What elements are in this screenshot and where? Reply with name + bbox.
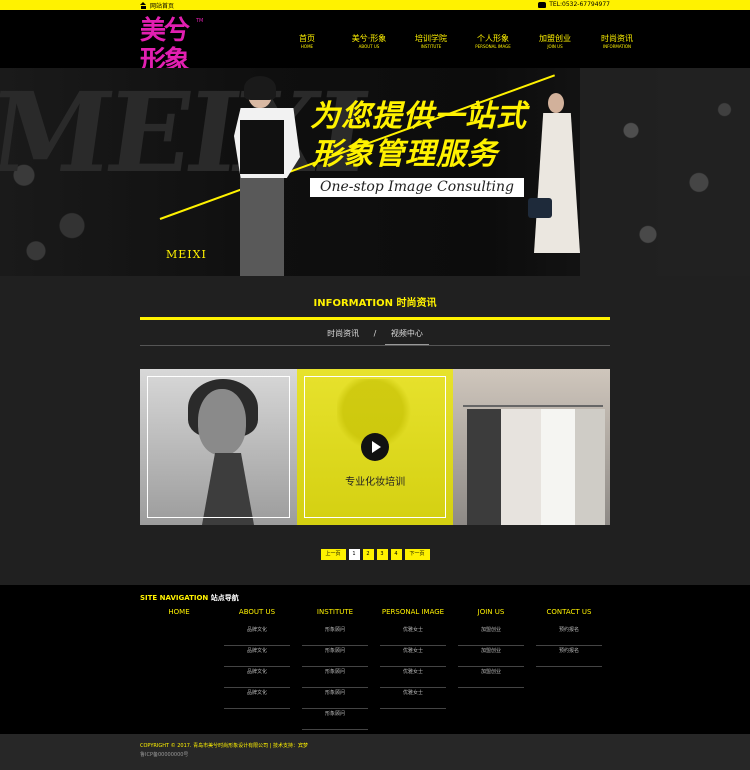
tabs-divider bbox=[140, 345, 610, 346]
logo-tm: TM bbox=[196, 18, 204, 24]
phone-number: TEL:0532-67794977 bbox=[549, 1, 610, 8]
home-icon bbox=[140, 2, 147, 9]
footer-col-head[interactable]: ABOUT US bbox=[218, 607, 296, 617]
banner-brand-text: MEIXI bbox=[166, 248, 207, 261]
footer-link[interactable]: 品牌文化 bbox=[224, 646, 290, 667]
footer-link[interactable]: 形象顾问 bbox=[302, 625, 368, 646]
info-tabs: 时尚资讯 / 视频中心 bbox=[140, 328, 610, 345]
main-nav: 首页 HOME 美兮·形象 ABOUT US 培训学院 INSTITUTE 个人形象 P… bbox=[276, 34, 648, 50]
footer-link[interactable]: 形象顾问 bbox=[302, 709, 368, 730]
top-bar: 网站首页 TEL:0532-67794977 bbox=[0, 0, 750, 10]
video-cards: 专业化妆培训 bbox=[140, 369, 611, 525]
footer-link[interactable]: 加盟创业 bbox=[458, 646, 524, 667]
footer-title: SITE NAVIGATION 站点导航 bbox=[140, 593, 239, 603]
footer-col-head[interactable]: PERSONAL IMAGE bbox=[374, 607, 452, 617]
information-section: INFORMATION 时尚资讯 时尚资讯 / 视频中心 专业化妆培训 上一页 … bbox=[0, 276, 750, 585]
footer-title-en: SITE NAVIGATION bbox=[140, 594, 209, 602]
page-button-4[interactable]: 4 bbox=[390, 549, 402, 560]
nav-label: 加盟创业 bbox=[539, 34, 571, 43]
home-link[interactable]: 网站首页 bbox=[140, 1, 174, 10]
section-title-rule bbox=[140, 317, 610, 320]
nav-sublabel: HOME bbox=[300, 44, 314, 49]
video-card[interactable] bbox=[140, 369, 297, 525]
footer-link[interactable]: 品牌文化 bbox=[224, 625, 290, 646]
footer-link[interactable]: 形象顾问 bbox=[302, 667, 368, 688]
footer-link[interactable]: 形象顾问 bbox=[302, 688, 368, 709]
logo-mark: 美兮形象 bbox=[140, 16, 190, 76]
nav-sublabel: ABOUT US bbox=[358, 44, 380, 49]
section-title: INFORMATION 时尚资讯 bbox=[313, 298, 437, 309]
nav-item-join[interactable]: 加盟创业 JOIN US bbox=[524, 34, 586, 50]
banner-floral-image bbox=[580, 68, 750, 276]
banner-model-left bbox=[222, 76, 308, 276]
footer-col-about: ABOUT US 品牌文化 品牌文化 品牌文化 品牌文化 bbox=[218, 607, 296, 730]
copyright-bar: COPYRIGHT © 2017. 青岛市美兮时尚形象设计有限公司 | 技术支持… bbox=[0, 734, 750, 770]
footer-link[interactable]: 优雅女士 bbox=[380, 646, 446, 667]
footer-link[interactable]: 预约报名 bbox=[536, 625, 602, 646]
nav-sublabel: INFORMATION bbox=[602, 44, 632, 49]
copyright-text: COPYRIGHT © 2017. 青岛市美兮时尚形象设计有限公司 | 技术支持… bbox=[140, 743, 308, 749]
footer-col-head[interactable]: INSTITUTE bbox=[296, 607, 374, 617]
nav-label: 时尚资讯 bbox=[601, 34, 633, 43]
tab-fashion-news[interactable]: 时尚资讯 bbox=[321, 328, 365, 339]
tab-video-center[interactable]: 视频中心 bbox=[384, 328, 429, 345]
footer-col-head[interactable]: CONTACT US bbox=[530, 607, 608, 617]
banner-english-tagline: One-stop Image Consulting bbox=[310, 178, 524, 197]
card-caption: 专业化妆培训 bbox=[345, 477, 406, 488]
nav-sublabel: INSTITUTE bbox=[420, 44, 442, 49]
clothes-rail bbox=[463, 405, 604, 407]
footer-col-home: HOME bbox=[140, 607, 218, 730]
nav-item-about[interactable]: 美兮·形象 ABOUT US bbox=[338, 34, 400, 50]
icp-number[interactable]: 鲁ICP备00000000号 bbox=[140, 751, 188, 758]
nav-item-information[interactable]: 时尚资讯 INFORMATION bbox=[586, 34, 648, 50]
footer-col-institute: INSTITUTE 形象顾问 形象顾问 形象顾问 形象顾问 形象顾问 bbox=[296, 607, 374, 730]
footer-title-cn: 站点导航 bbox=[208, 594, 239, 602]
footer-link[interactable]: 形象顾问 bbox=[302, 646, 368, 667]
page-button-3[interactable]: 3 bbox=[376, 549, 388, 560]
nav-label: 首页 bbox=[299, 34, 315, 43]
nav-label: 培训学院 bbox=[415, 34, 447, 43]
next-page-button[interactable]: 下一页 bbox=[404, 549, 430, 560]
nav-sublabel: PERSONAL IMAGE bbox=[475, 44, 511, 49]
phone-icon bbox=[538, 1, 547, 8]
banner-headline-line1: 为您提供一站式 bbox=[310, 99, 527, 134]
page-button-1[interactable]: 1 bbox=[348, 549, 360, 560]
nav-label: 个人形象 bbox=[477, 34, 509, 43]
footer-link[interactable]: 优雅女士 bbox=[380, 625, 446, 646]
header: 美兮形象 TM 中国个人形象管理专属品牌 首页HOME 美兮·形象ABOUT U… bbox=[0, 10, 750, 87]
nav-item-institute[interactable]: 培训学院 INSTITUTE bbox=[400, 34, 462, 50]
home-link-label: 网站首页 bbox=[150, 3, 175, 10]
footer-link[interactable]: 优雅女士 bbox=[380, 667, 446, 688]
phone-info: TEL:0532-67794977 bbox=[538, 1, 610, 8]
footer-col-head[interactable]: HOME bbox=[140, 607, 218, 617]
nav-label: 美兮·形象 bbox=[351, 34, 387, 43]
card-frame bbox=[147, 376, 290, 518]
site-navigation: SITE NAVIGATION 站点导航 HOME ABOUT US 品牌文化 … bbox=[0, 585, 750, 734]
prev-page-button[interactable]: 上一页 bbox=[320, 549, 346, 560]
footer-col-personal-image: PERSONAL IMAGE 优雅女士 优雅女士 优雅女士 优雅女士 bbox=[374, 607, 452, 730]
footer-col-head[interactable]: JOIN US bbox=[452, 607, 530, 617]
nav-item-personal-image[interactable]: 个人形象 PERSONAL IMAGE bbox=[462, 34, 524, 50]
footer-link[interactable]: 优雅女士 bbox=[380, 688, 446, 709]
tab-separator: / bbox=[373, 329, 377, 338]
video-card-active[interactable]: 专业化妆培训 bbox=[296, 369, 454, 525]
footer-link[interactable]: 预约报名 bbox=[536, 646, 602, 667]
pagination: 上一页 1 2 3 4 下一页 bbox=[0, 549, 750, 560]
footer-columns: HOME ABOUT US 品牌文化 品牌文化 品牌文化 品牌文化 INSTIT… bbox=[140, 607, 610, 730]
nav-sublabel: JOIN US bbox=[547, 44, 563, 49]
nav-item-home[interactable]: 首页 HOME bbox=[276, 34, 338, 50]
footer-col-join: JOIN US 加盟创业 加盟创业 加盟创业 bbox=[452, 607, 530, 730]
banner-headline-line2: 形象管理服务 bbox=[312, 137, 498, 172]
footer-link[interactable]: 品牌文化 bbox=[224, 667, 290, 688]
footer-col-contact: CONTACT US 预约报名 预约报名 bbox=[530, 607, 608, 730]
footer-link[interactable]: 品牌文化 bbox=[224, 688, 290, 709]
page-button-2[interactable]: 2 bbox=[362, 549, 374, 560]
play-icon[interactable] bbox=[360, 433, 389, 461]
hero-banner: MEIXI 为您提供一站式 形象管理服务 One-stop Image Cons… bbox=[0, 68, 750, 276]
footer-link[interactable]: 加盟创业 bbox=[458, 625, 524, 646]
video-card[interactable] bbox=[453, 369, 611, 525]
footer-link[interactable]: 加盟创业 bbox=[458, 667, 524, 688]
banner-headline: 为您提供一站式 形象管理服务 One-stop Image Consulting bbox=[310, 98, 540, 197]
logo[interactable]: 美兮形象 TM 中国个人形象管理专属品牌 bbox=[140, 16, 210, 87]
